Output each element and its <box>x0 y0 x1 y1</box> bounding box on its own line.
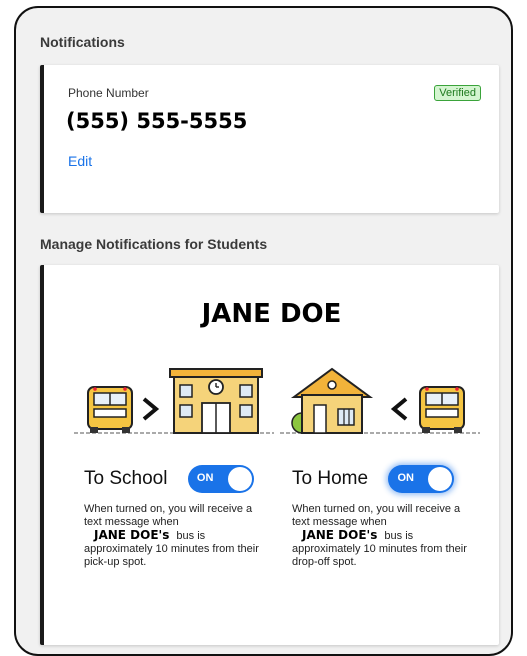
house-icon <box>290 367 374 434</box>
arrow-right-icon <box>142 397 160 421</box>
to-home-toggle[interactable]: ON <box>388 465 455 493</box>
manage-heading: Manage Notifications for Students <box>40 236 268 252</box>
desc-student-name: JANE DOE's <box>94 528 170 542</box>
toggle-knob <box>227 467 252 491</box>
to-home-toggle-text: ON <box>397 472 414 484</box>
school-bus-icon <box>87 386 133 433</box>
student-card: JANE DOE To School ON When turned on, yo… <box>40 265 499 645</box>
verified-badge: Verified <box>434 85 481 101</box>
bus-to-school-illustration <box>74 368 274 434</box>
desc-text: When turned on, you will receive a text … <box>292 503 461 528</box>
phone-card: Phone Number Verified (555) 555-5555 Edi… <box>40 65 499 213</box>
phone-number-value: (555) 555-5555 <box>66 109 248 133</box>
notifications-heading: Notifications <box>40 34 125 50</box>
to-home-section: To Home ON When turned on, you will rece… <box>292 465 482 569</box>
phone-number-label: Phone Number <box>68 86 149 100</box>
student-name: JANE DOE <box>201 299 342 329</box>
screen-frame: Notifications Phone Number Verified (555… <box>14 6 513 656</box>
to-home-label: To Home <box>292 468 369 489</box>
desc-text: When turned on, you will receive a text … <box>84 503 253 528</box>
school-bus-icon <box>419 386 465 433</box>
to-school-section: To School ON When turned on, you will re… <box>84 465 274 569</box>
arrow-left-icon <box>390 397 408 421</box>
to-school-label: To School <box>84 468 168 489</box>
to-home-description: When turned on, you will receive a text … <box>292 503 477 569</box>
bus-to-home-illustration <box>280 367 480 434</box>
toggle-knob <box>428 467 453 491</box>
edit-link[interactable]: Edit <box>68 153 92 169</box>
school-building-icon <box>169 368 263 434</box>
to-school-toggle-text: ON <box>196 472 214 484</box>
to-school-description: When turned on, you will receive a text … <box>84 503 269 569</box>
desc-student-name: JANE DOE's <box>302 528 378 542</box>
to-school-toggle[interactable]: ON <box>187 465 254 493</box>
